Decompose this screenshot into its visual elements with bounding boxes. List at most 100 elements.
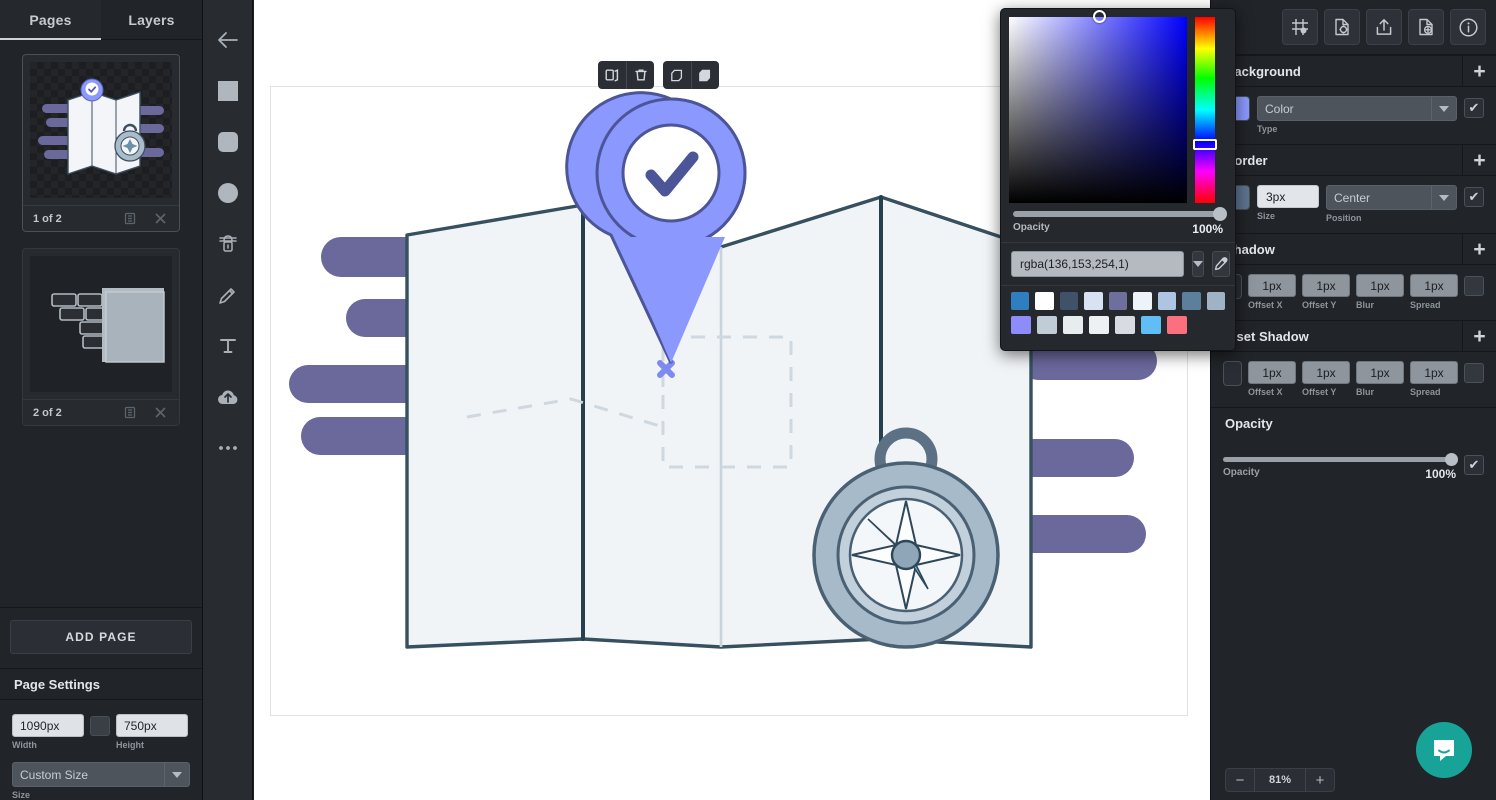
hue-slider[interactable] [1193,17,1217,203]
send-backward-icon[interactable] [691,61,719,89]
duplicate-page-1-icon[interactable] [115,207,145,231]
select-divider [1431,97,1432,120]
shadow-section-body: Offset X Offset Y Blur Spread [1211,265,1496,320]
shadow-spread-label: Spread [1410,300,1441,310]
color-swatch-r2-3[interactable] [1089,316,1109,334]
add-background-button[interactable]: + [1462,55,1496,87]
circle-icon[interactable] [210,175,246,211]
background-type-select[interactable]: Color [1257,96,1457,121]
zoom-in-button[interactable]: + [1306,769,1334,791]
color-value-input[interactable] [1011,251,1184,277]
back-arrow-icon[interactable] [210,22,246,58]
square-icon[interactable] [210,73,246,109]
color-swatch-r1-1[interactable] [1035,292,1054,310]
color-swatch-r2-6[interactable] [1167,316,1187,334]
chevron-down-icon [1439,194,1449,201]
color-swatch-r1-3[interactable] [1084,292,1103,310]
rounded-square-icon[interactable] [210,124,246,160]
picker-opacity-track[interactable] [1013,207,1227,221]
float-toolbar-group-1 [598,61,654,89]
more-options-icon[interactable] [210,430,246,466]
color-swatch-r1-8[interactable] [1206,292,1225,310]
add-page-button[interactable]: ADD PAGE [10,620,192,654]
size-preset-select[interactable]: Custom Size [12,762,190,787]
shadow-offset-y-input[interactable] [1302,274,1350,297]
shadow-enabled-checkbox[interactable] [1464,276,1484,296]
shadow-spread-input[interactable] [1410,274,1458,297]
export-share-icon[interactable] [1366,9,1402,45]
add-inset-shadow-button[interactable]: + [1462,320,1496,352]
size-preset-value: Custom Size [20,767,89,782]
color-swatch-r2-0[interactable] [1011,316,1031,334]
page-height-input[interactable] [116,714,188,737]
color-swatch-r2-1[interactable] [1037,316,1057,334]
add-shadow-button[interactable]: + [1462,233,1496,265]
inset-shadow-offset-x-input[interactable] [1248,361,1296,384]
file-settings-icon[interactable] [1324,9,1360,45]
inset-shadow-blur-input[interactable] [1356,361,1404,384]
color-swatch-r1-0[interactable] [1011,292,1030,310]
saturation-value-cursor[interactable] [1093,10,1106,23]
page-thumbnail-2 [30,256,172,392]
tab-pages[interactable]: Pages [0,0,101,40]
inset-shadow-spread-input[interactable] [1410,361,1458,384]
hue-slider-cursor[interactable] [1193,139,1217,150]
opacity-knob[interactable] [1445,453,1458,466]
zoom-out-button[interactable]: − [1226,769,1254,791]
page-2-preview-art [51,288,165,363]
shadow-blur-input[interactable] [1356,274,1404,297]
opacity-enabled-checkbox[interactable]: ✔ [1464,455,1484,475]
shadow-offset-x-label: Offset X [1248,300,1283,310]
inset-shadow-color-swatch[interactable] [1223,361,1242,386]
duplicate-icon[interactable] [598,61,626,89]
upload-cloud-icon[interactable] [210,379,246,415]
pencil-icon[interactable] [210,277,246,313]
color-swatch-r2-2[interactable] [1063,316,1083,334]
bring-forward-icon[interactable] [663,61,691,89]
color-swatch-r2-4[interactable] [1115,316,1135,334]
background-type-value: Color [1265,101,1294,116]
border-size-input[interactable] [1257,185,1319,208]
border-enabled-checkbox[interactable]: ✔ [1464,187,1484,207]
border-position-select[interactable]: Center [1326,185,1457,210]
inset-shadow-offset-y-input[interactable] [1302,361,1350,384]
eyedropper-icon[interactable] [1212,251,1230,277]
saturation-value-area[interactable] [1009,10,1187,203]
page-card-2[interactable]: 2 of 2 [22,248,180,426]
stamp-icon[interactable] [210,226,246,262]
color-swatch-r1-7[interactable] [1182,292,1201,310]
page-card-1[interactable]: 1 of 2 [22,54,180,232]
add-file-icon[interactable] [1408,9,1444,45]
duplicate-page-2-icon[interactable] [115,401,145,425]
chat-bubble-icon[interactable] [1416,722,1472,778]
opacity-track[interactable] [1223,453,1458,466]
opacity-labels: Opacity 100% [1223,467,1456,481]
color-swatch-r1-4[interactable] [1108,292,1128,310]
opacity-slider[interactable]: Opacity 100% [1223,453,1458,481]
color-swatch-r1-2[interactable] [1059,292,1079,310]
add-border-button[interactable]: + [1462,144,1496,176]
page-thumbnail-list[interactable]: 1 of 2 2 of 2 [0,40,202,607]
text-icon[interactable] [210,328,246,364]
color-picker-popup[interactable]: Opacity 100% [1000,8,1236,351]
color-swatch-r1-5[interactable] [1133,292,1152,310]
opacity-title: Opacity [1225,416,1273,431]
delete-page-2-icon[interactable] [145,401,175,425]
color-swatch-r1-6[interactable] [1157,292,1177,310]
link-dimensions-toggle[interactable] [90,716,110,736]
inset-shadow-enabled-checkbox[interactable] [1464,363,1484,383]
chevron-down-icon[interactable] [1192,251,1204,277]
tab-layers-label: Layers [128,11,175,28]
delete-icon[interactable] [626,61,654,89]
shadow-blur-group: Blur [1356,274,1404,310]
background-enabled-checkbox[interactable]: ✔ [1464,98,1484,118]
color-swatch-r2-5[interactable] [1141,316,1161,334]
picker-opacity-knob[interactable] [1213,207,1227,221]
shadow-offset-x-input[interactable] [1248,274,1296,297]
tab-layers[interactable]: Layers [101,0,202,39]
page-width-input[interactable] [12,714,84,737]
info-icon[interactable] [1450,9,1486,45]
delete-page-1-icon[interactable] [145,207,175,231]
zoom-level-value: 81% [1254,769,1306,791]
grid-layout-icon[interactable] [1282,9,1318,45]
